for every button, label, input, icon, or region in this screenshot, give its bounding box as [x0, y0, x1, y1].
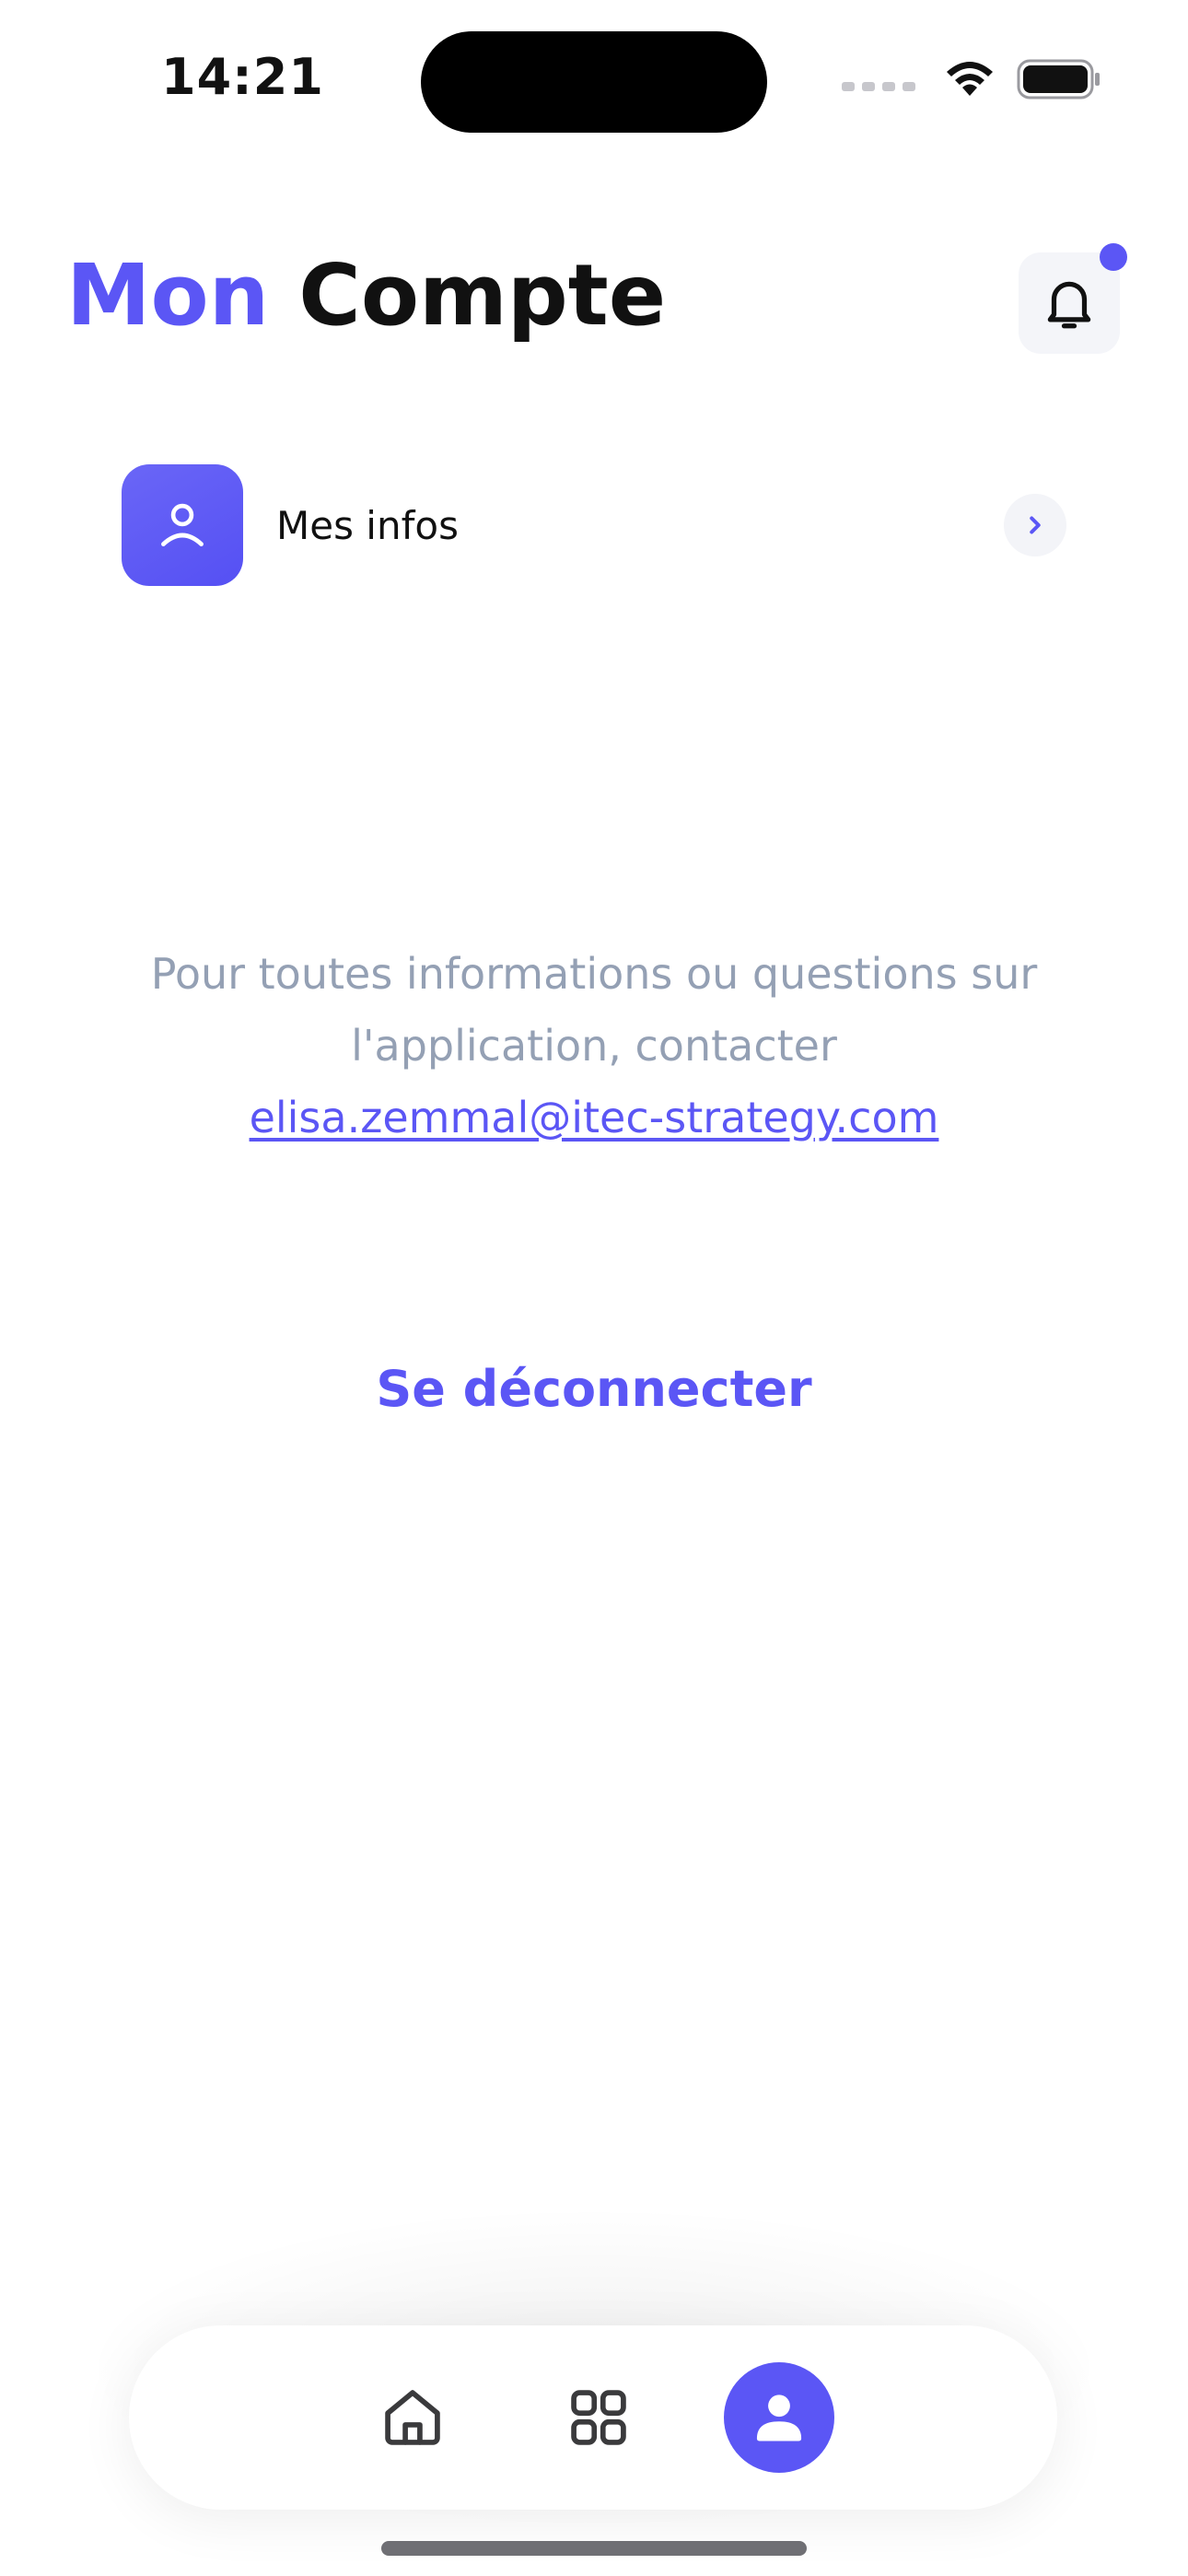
chevron-right-icon	[1004, 494, 1066, 556]
menu-item-icon-tile	[122, 464, 243, 586]
battery-icon	[1017, 59, 1101, 100]
bottom-tab-bar	[129, 2325, 1057, 2510]
page-title-main: Compte	[298, 246, 667, 345]
contact-text-line-2: l'application, contacter	[351, 1021, 837, 1071]
tab-home[interactable]	[357, 2362, 468, 2473]
user-icon	[161, 503, 204, 546]
home-indicator[interactable]	[381, 2541, 807, 2556]
status-time: 14:21	[161, 48, 324, 106]
notification-badge	[1100, 243, 1127, 271]
home-icon	[385, 2390, 440, 2445]
tab-dashboard[interactable]	[543, 2362, 654, 2473]
grid-icon	[571, 2390, 626, 2445]
status-indicators	[842, 55, 1101, 103]
bell-icon	[1047, 281, 1091, 329]
logout-button[interactable]: Se déconnecter	[318, 1360, 870, 1418]
page-title: Mon Compte	[66, 241, 666, 350]
contact-text-line-1: Pour toutes informations ou questions su…	[150, 949, 1038, 999]
tab-account[interactable]	[724, 2362, 834, 2473]
account-screen: 14:21 Mon Compte Mes infos Pour toutes i…	[0, 0, 1188, 2576]
contact-email-link[interactable]: elisa.zemmal@itec-strategy.com	[250, 1082, 939, 1153]
wifi-icon	[947, 62, 993, 96]
menu-item-label: Mes infos	[276, 502, 459, 548]
person-icon	[756, 2395, 802, 2441]
contact-info: Pour toutes informations ou questions su…	[92, 938, 1096, 1153]
dynamic-island	[421, 31, 767, 133]
cellular-signal-icon	[842, 82, 915, 91]
menu-item-mes-infos[interactable]: Mes infos	[122, 464, 1066, 586]
page-title-accent: Mon	[66, 246, 270, 345]
